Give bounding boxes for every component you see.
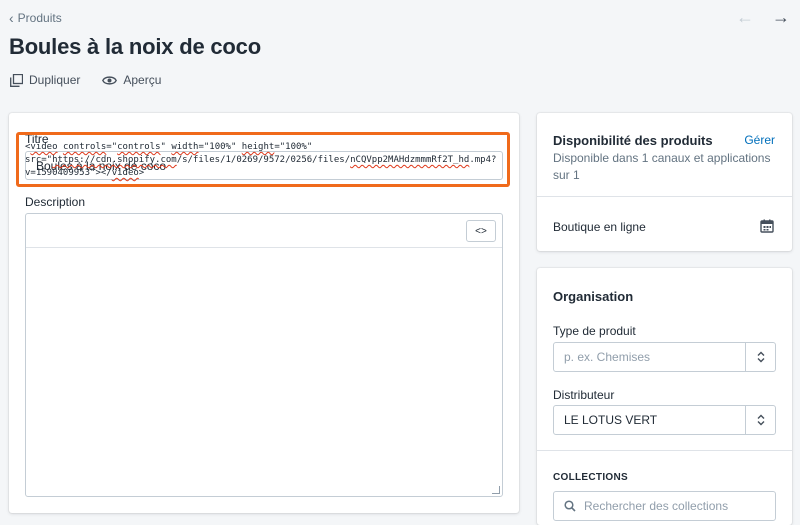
spellcheck-word: height xyxy=(241,142,275,152)
resize-handle[interactable] xyxy=(492,486,500,494)
product-type-select[interactable]: p. ex. Chemises xyxy=(553,342,776,372)
divider xyxy=(537,450,792,451)
organisation-card: Organisation Type de produit p. ex. Chem… xyxy=(537,268,792,525)
spellcheck-word: controls xyxy=(62,142,107,152)
breadcrumb[interactable]: ‹ Produits xyxy=(9,11,62,25)
arrow-right-icon[interactable]: → xyxy=(772,8,790,26)
duplicate-button[interactable]: Dupliquer xyxy=(10,73,80,87)
collections-label: COLLECTIONS xyxy=(553,472,628,483)
spellcheck-word: controls xyxy=(117,142,161,152)
eye-icon xyxy=(102,75,118,85)
availability-title: Disponibilité des produits xyxy=(553,133,713,148)
preview-button[interactable]: Aperçu xyxy=(102,73,161,87)
spellcheck-word: width xyxy=(171,142,199,152)
chevron-left-icon: ‹ xyxy=(9,10,14,26)
product-navigation: ← → xyxy=(736,8,790,26)
select-arrows-icon[interactable] xyxy=(745,406,775,434)
vendor-label: Distributeur xyxy=(553,388,615,402)
spellcheck-word: https://cdn.shopify.com xyxy=(52,155,177,165)
duplicate-label: Dupliquer xyxy=(29,73,81,87)
calendar-icon[interactable] xyxy=(760,219,774,233)
description-label: Description xyxy=(25,195,86,209)
channel-online-store: Boutique en ligne xyxy=(553,220,646,234)
product-type-label: Type de produit xyxy=(553,324,636,338)
header-actions: Dupliquer Aperçu xyxy=(10,73,161,87)
search-icon xyxy=(564,500,576,512)
collections-search-placeholder: Rechercher des collections xyxy=(584,499,729,513)
arrow-left-icon[interactable]: ← xyxy=(736,8,754,26)
page-title: Boules à la noix de coco xyxy=(9,34,261,59)
product-type-placeholder: p. ex. Chemises xyxy=(564,350,651,364)
availability-card: Disponibilité des produits Gérer Disponi… xyxy=(537,113,792,251)
preview-label: Aperçu xyxy=(123,73,162,87)
availability-subtitle: Disponible dans 1 canaux et applications… xyxy=(553,151,771,182)
vendor-value: LE LOTUS VERT xyxy=(564,413,658,427)
divider xyxy=(537,196,792,197)
breadcrumb-label: Produits xyxy=(17,11,62,25)
spellcheck-word: video xyxy=(30,142,58,152)
editor-toolbar: <> xyxy=(26,214,502,248)
vendor-select[interactable]: LE LOTUS VERT xyxy=(553,405,776,435)
spellcheck-word: nCQVpp2MAHdzmmmRf2T_hd xyxy=(350,155,470,165)
description-editor[interactable]: <> xyxy=(25,213,503,497)
duplicate-icon xyxy=(10,73,23,87)
html-toggle-button[interactable]: <> xyxy=(466,220,496,242)
organisation-title: Organisation xyxy=(553,289,634,304)
page-header: ‹ Produits ← → Boules à la noix de coco … xyxy=(0,0,800,110)
html-code-content[interactable]: <video controls="controls" width="100%" … xyxy=(25,141,500,180)
collections-search-input[interactable]: Rechercher des collections xyxy=(553,491,776,521)
select-arrows-icon[interactable] xyxy=(745,343,775,371)
spellcheck-word: video xyxy=(111,168,139,178)
manage-link[interactable]: Gérer xyxy=(744,133,775,147)
